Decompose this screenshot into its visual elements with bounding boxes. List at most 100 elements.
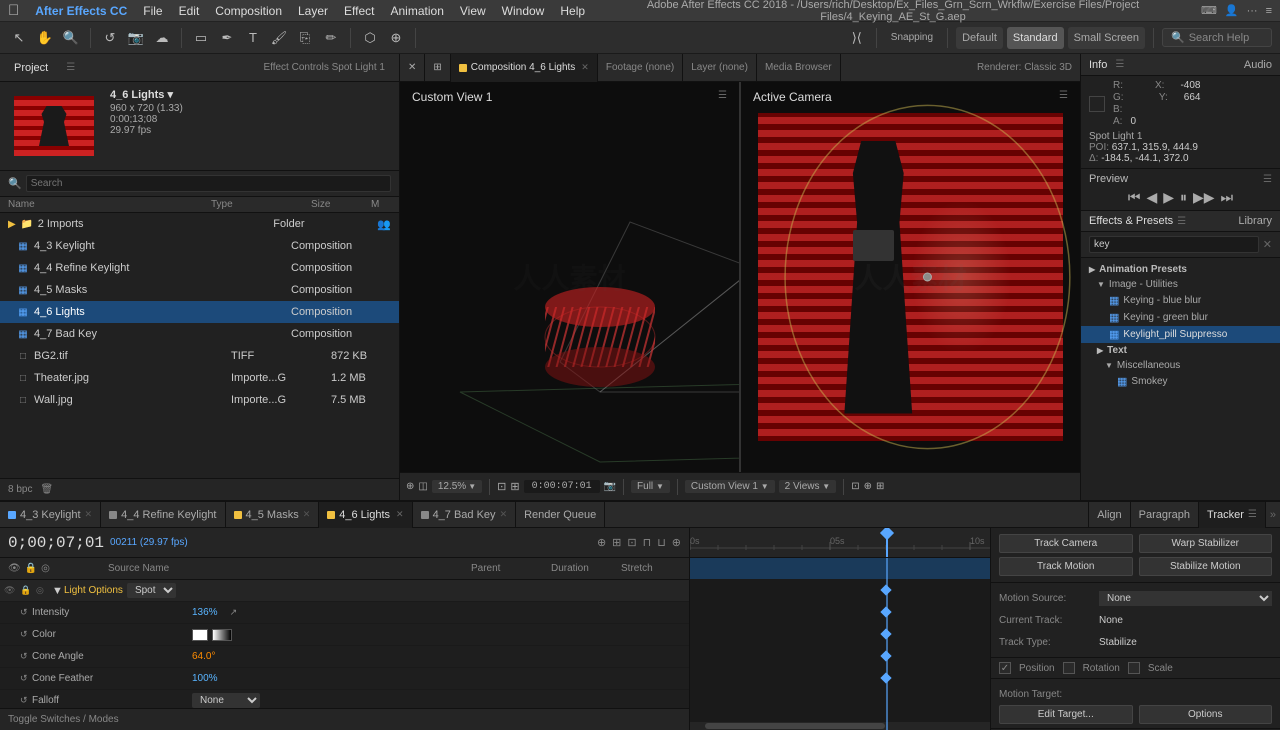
panel-menu[interactable]: ☰ [66,62,75,73]
edit-target-btn[interactable]: Edit Target... [999,705,1133,724]
search-help-input[interactable]: 🔍 Search Help [1162,28,1272,47]
cone-angle-reset[interactable]: ↺ [20,651,32,662]
menu-effect[interactable]: Effect [344,4,374,18]
tl-ctrl-1[interactable]: ⊕ [597,536,606,549]
pan-tool[interactable]: ☁ [151,27,173,49]
menu-file[interactable]: File [143,4,162,18]
tl-tab-close-1[interactable]: ✕ [85,509,93,520]
list-item[interactable]: ▦ 4_7 Bad Key Composition [0,323,399,345]
tl-tab-masks[interactable]: 4_5 Masks ✕ [226,502,320,528]
vt-icon-1[interactable]: ⊕ [406,481,414,492]
paragraph-tab[interactable]: Paragraph [1130,502,1198,528]
step-back-btn[interactable]: ◀ [1146,189,1157,206]
views-dropdown[interactable]: 2 Views ▼ [779,480,837,493]
puppet-tool[interactable]: ⊕ [385,27,407,49]
position-checkbox[interactable]: ✓ [999,662,1011,674]
cone-feather-value[interactable]: 100% [192,673,218,684]
tl-tab-badkey[interactable]: 4_7 Bad Key ✕ [413,502,517,528]
col-m-header[interactable]: M [371,199,391,210]
snapping-label[interactable]: Snapping [885,27,939,49]
cone-feather-reset[interactable]: ↺ [20,673,32,684]
menu-composition[interactable]: Composition [215,4,282,18]
list-item[interactable]: □ Wall.jpg Importe...G 7.5 MB [0,389,399,411]
list-item[interactable]: ▦ 4_3 Keylight Composition [0,235,399,257]
expand-icon[interactable]: ⟩⟨ [846,27,868,49]
comp-icons[interactable]: ⊞ [425,54,450,82]
effects-menu[interactable]: ☰ [1177,216,1186,227]
small-screen-workspace[interactable]: Small Screen [1068,27,1145,49]
menu-view[interactable]: View [460,4,486,18]
layer-expand[interactable]: ▼ [52,585,64,597]
project-search-input[interactable] [26,175,391,192]
viewport-right-menu[interactable]: ☰ [1059,90,1068,101]
tree-item-animation-presets[interactable]: ▶ Animation Presets [1081,262,1280,277]
track-motion-btn[interactable]: Track Motion [999,557,1133,576]
intensity-value[interactable]: 136% [192,607,218,618]
vt-icon-6[interactable]: ⊡ [851,481,859,492]
cone-angle-value[interactable]: 64.0° [192,651,215,662]
viewport-right[interactable]: Active Camera ☰ [741,82,1080,472]
falloff-select[interactable]: None [192,693,260,708]
camera-tool[interactable]: 📷 [125,27,147,49]
tree-item-keying-blue[interactable]: ▦ Keying - blue blur [1081,292,1280,309]
list-item[interactable]: ▶ 📁 2 Imports Folder 👥 [0,213,399,235]
vt-icon-7[interactable]: ⊕ [864,481,872,492]
skip-start-btn[interactable]: ⏮ [1128,189,1141,206]
tracker-tab[interactable]: Tracker ☰ [1198,502,1265,528]
list-item[interactable]: ▦ 4_4 Refine Keylight Composition [0,257,399,279]
color-reset[interactable]: ↺ [20,629,32,640]
list-item[interactable]: □ Theater.jpg Importe...G 1.2 MB [0,367,399,389]
col-size-header[interactable]: Size [311,199,371,210]
zoom-dropdown[interactable]: 12.5% ▼ [432,480,482,493]
tl-ctrl-2[interactable]: ⊞ [612,536,621,549]
rectangle-tool[interactable]: ▭ [190,27,212,49]
close-left-tab[interactable]: ✕ [400,54,425,82]
effects-search-input[interactable] [1089,236,1259,253]
app-name[interactable]: After Effects CC [35,4,127,18]
list-item[interactable]: ▦ 4_5 Masks Composition [0,279,399,301]
menu-window[interactable]: Window [502,4,545,18]
tree-item-smokey[interactable]: ▦ Smokey [1081,373,1280,390]
tl-ctrl-4[interactable]: ⊓ [643,536,652,549]
menu-edit[interactable]: Edit [179,4,200,18]
vt-icon-5[interactable]: 📷 [604,481,616,492]
intensity-reset[interactable]: ↺ [20,607,32,618]
col-duration-header[interactable]: Duration [551,563,621,574]
scale-checkbox[interactable] [1128,662,1140,674]
arrow-tool[interactable]: ↖ [8,27,30,49]
shape-tool[interactable]: ⬡ [359,27,381,49]
tl-scrollbar[interactable] [690,722,990,730]
preview-menu[interactable]: ☰ [1263,174,1272,185]
view-mode-dropdown[interactable]: Custom View 1 ▼ [685,480,775,493]
rotate-tool[interactable]: ↺ [99,27,121,49]
tracker-menu[interactable]: ☰ [1248,509,1257,520]
color-gradient[interactable] [212,629,232,641]
layer-tab[interactable]: Layer (none) [683,54,757,82]
pen-tool[interactable]: ✒ [216,27,238,49]
viewport-left[interactable]: Custom View 1 ☰ [400,82,741,472]
stabilize-motion-btn[interactable]: Stabilize Motion [1139,557,1273,576]
tree-item-text[interactable]: ▶ Text [1081,343,1280,358]
options-btn[interactable]: Options [1139,705,1273,724]
tl-timecode[interactable]: 0;00;07;01 [8,534,104,552]
apple-icon[interactable]:  [8,2,19,19]
tl-ctrl-3[interactable]: ⊡ [627,536,636,549]
text-tool[interactable]: T [242,27,264,49]
tracker-chevrons[interactable]: » [1265,502,1280,528]
align-tab[interactable]: Align [1088,502,1129,528]
step-forward-btn[interactable]: ▶▶ [1193,189,1215,206]
pause-btn[interactable]: ⏸ [1180,189,1187,206]
tree-item-keying-green[interactable]: ▦ Keying - green blur [1081,309,1280,326]
hand-tool[interactable]: ✋ [34,27,56,49]
tl-scrollbar-thumb[interactable] [705,723,885,729]
vt-icon-2[interactable]: ◫ [418,481,427,492]
track-camera-btn[interactable]: Track Camera [999,534,1133,553]
vt-icon-4[interactable]: ⊞ [510,480,519,493]
tree-item-image-utilities[interactable]: ▼ Image - Utilities [1081,277,1280,292]
col-stretch-header[interactable]: Stretch [621,563,681,574]
tl-tab-close-5[interactable]: ✕ [500,509,508,520]
menu-help[interactable]: Help [560,4,585,18]
col-type-header[interactable]: Type [211,199,311,210]
tl-tab-refine[interactable]: 4_4 Refine Keylight [101,502,225,528]
standard-workspace[interactable]: Standard [1007,27,1064,49]
